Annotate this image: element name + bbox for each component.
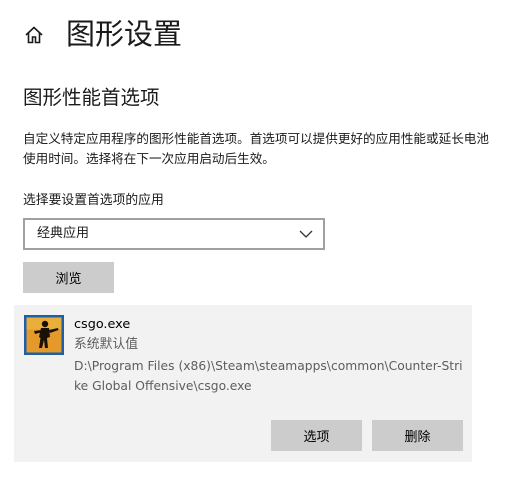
- chevron-down-icon: [299, 230, 313, 238]
- app-type-selected-value: 经典应用: [37, 226, 90, 241]
- page-title: 图形设置: [66, 17, 183, 51]
- app-name: csgo.exe: [74, 317, 131, 332]
- app-type-dropdown[interactable]: 经典应用: [23, 218, 325, 250]
- app-type-label: 选择要设置首选项的应用: [23, 193, 164, 208]
- browse-button[interactable]: 浏览: [23, 262, 114, 293]
- app-path: D:\Program Files (x86)\Steam\steamapps\c…: [74, 359, 463, 393]
- csgo-app-icon: [24, 315, 64, 355]
- section-description: 自定义特定应用程序的图形性能首选项。首选项可以提供更好的应用性能或延长电池使用时…: [23, 131, 489, 166]
- home-icon: [25, 26, 43, 44]
- section-title: 图形性能首选项: [23, 86, 160, 109]
- home-button[interactable]: [20, 22, 48, 48]
- options-button[interactable]: 选项: [271, 420, 362, 451]
- remove-button[interactable]: 删除: [372, 420, 463, 451]
- app-preference: 系统默认值: [74, 337, 138, 352]
- app-list-item[interactable]: csgo.exe 系统默认值 D:\Program Files (x86)\St…: [14, 305, 472, 462]
